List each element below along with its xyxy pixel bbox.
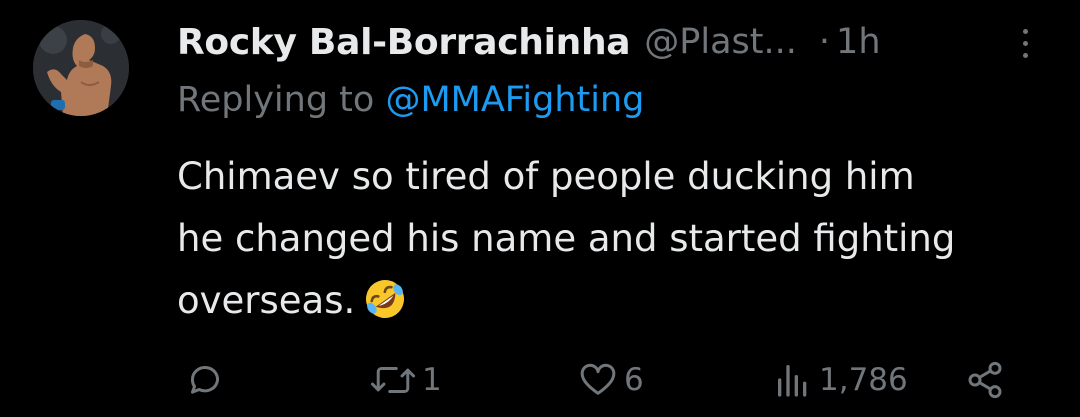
tweet-text-line: Chimaev so tired of people ducking him — [177, 155, 915, 198]
tweet-header: Rocky Bal-Borrachinha @Plast... · 1h — [177, 16, 1037, 68]
reply-icon — [190, 366, 219, 394]
tweet-text-line: overseas. — [177, 279, 356, 322]
retweet-icon — [370, 367, 416, 393]
views-count: 1,786 — [819, 362, 908, 398]
views-button[interactable]: 1,786 — [773, 350, 908, 410]
tweet-card[interactable]: Rocky Bal-Borrachinha @Plast... · 1h Rep… — [0, 0, 1080, 417]
author-handle[interactable]: @Plast... — [644, 22, 797, 62]
replying-to-mention[interactable]: @MMAFighting — [385, 80, 644, 120]
views-icon — [778, 365, 807, 397]
tweet-text: Chimaev so tired of people ducking him h… — [177, 146, 1057, 332]
reply-button[interactable] — [185, 350, 225, 410]
more-dot — [1022, 52, 1028, 58]
more-dot — [1022, 40, 1028, 46]
more-dot — [1022, 28, 1028, 34]
tweet-text-line: he changed his name and started fighting — [177, 217, 956, 260]
avatar[interactable] — [33, 20, 129, 116]
replying-to-line: Replying to @MMAFighting — [177, 80, 644, 120]
rolling-on-floor-laughing-emoji — [366, 280, 405, 318]
retweet-count: 1 — [422, 362, 442, 398]
like-count: 6 — [624, 362, 644, 398]
avatar-image — [33, 20, 129, 116]
like-button[interactable]: 6 — [578, 350, 644, 410]
action-bar: 1 6 1,786 — [0, 350, 1080, 410]
timestamp[interactable]: 1h — [836, 22, 880, 62]
share-icon — [968, 361, 1002, 399]
tweet-text-line-last: overseas. — [177, 270, 1057, 332]
heart-icon — [580, 363, 616, 395]
more-options-icon[interactable] — [1009, 18, 1041, 68]
share-button[interactable] — [965, 350, 1005, 410]
retweet-button[interactable]: 1 — [370, 350, 442, 410]
author-name[interactable]: Rocky Bal-Borrachinha — [177, 22, 631, 63]
replying-to-label: Replying to — [177, 80, 375, 120]
separator-dot: · — [818, 22, 831, 62]
